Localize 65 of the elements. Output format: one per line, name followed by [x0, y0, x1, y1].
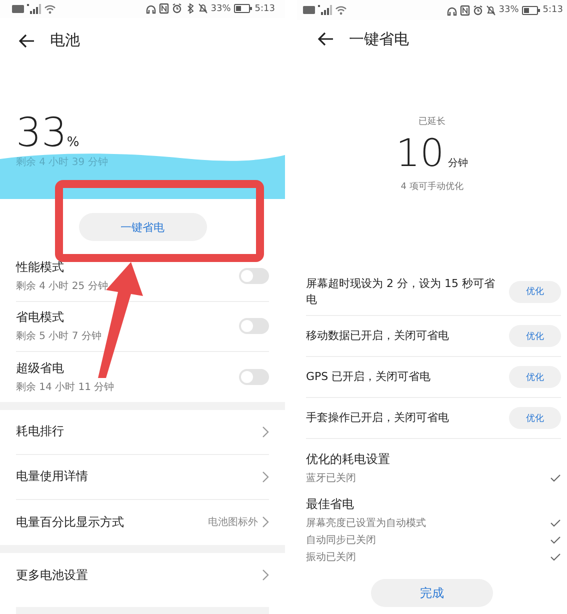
back-button[interactable] [16, 32, 36, 50]
headset-icon [146, 3, 156, 14]
setting-text: 蓝牙已关闭 [306, 472, 356, 484]
optimize-button[interactable]: 优化 [509, 366, 561, 388]
toggle-switch[interactable] [239, 368, 269, 385]
one-tap-save-button[interactable]: 一键省电 [78, 213, 206, 242]
section-title: 优化的耗电设置 [306, 451, 391, 468]
menu-value: 电池图标外 [208, 516, 258, 530]
mode-remaining: 剩余 4 小时 25 分钟 [16, 280, 108, 294]
menu-item[interactable]: 耗电排行 [16, 410, 269, 455]
wifi-icon [44, 4, 56, 14]
mute-bell-icon [198, 3, 208, 14]
percent-sign: % [66, 135, 80, 150]
suggestion-text: 手套操作已开启，关闭可省电 [306, 410, 450, 426]
extended-label: 已延长 [418, 116, 446, 128]
extended-minutes: 10 [396, 132, 444, 174]
chevron-right-icon [262, 426, 269, 438]
menu-item[interactable]: 电量百分比显示方式 电池图标外 [16, 500, 269, 545]
nfc-icon [158, 3, 169, 14]
mode-name: 超级省电 [16, 360, 65, 377]
signal-icon [27, 4, 41, 14]
chevron-right-icon [262, 516, 269, 528]
section-title: 最佳省电 [306, 496, 355, 513]
battery-icon [234, 4, 252, 14]
battery-level: 33 [16, 113, 67, 154]
menu-item[interactable]: 电量使用详情 [16, 454, 269, 500]
optimize-button[interactable]: 优化 [509, 280, 561, 302]
alarm-icon [172, 3, 182, 14]
mode-remaining: 剩余 5 小时 7 分钟 [16, 330, 102, 344]
manual-count: 4 项可手动优化 [400, 180, 464, 193]
optimize-button[interactable]: 优化 [509, 325, 561, 347]
minutes-unit: 分钟 [448, 156, 468, 170]
back-button[interactable] [315, 30, 335, 48]
done-button[interactable]: 完成 [371, 579, 493, 607]
screen-title: 电池 [50, 31, 80, 50]
headset-icon [446, 4, 457, 16]
suggestion-text: GPS 已开启，关闭可省电 [306, 369, 432, 385]
suggestion-text: 移动数据已开启，关闭可省电 [306, 328, 450, 344]
battery-icon [522, 6, 540, 14]
screen-title: 一键省电 [349, 30, 409, 48]
nfc-icon [460, 4, 470, 16]
wifi-icon [335, 5, 347, 15]
mode-name: 省电模式 [16, 309, 65, 326]
mode-name: 性能模式 [16, 259, 65, 276]
menu-item[interactable]: 更多电池设置 [16, 552, 269, 598]
mode-remaining: 剩余 14 小时 11 分钟 [16, 380, 114, 394]
battery-percent: 33% [498, 5, 519, 15]
toggle-switch[interactable] [239, 318, 269, 334]
back-arrow-icon [18, 34, 34, 48]
setting-text: 振动已关闭 [306, 550, 356, 564]
battery-percent: 33% [210, 4, 231, 14]
chevron-right-icon [262, 569, 269, 582]
clock-time: 5:13 [254, 4, 275, 14]
clock-time: 5:13 [542, 5, 563, 15]
setting-text: 屏幕亮度已设置为自动模式 [306, 516, 426, 530]
signal-icon [318, 5, 332, 15]
alarm-icon [472, 4, 483, 16]
optimize-button[interactable]: 优化 [509, 407, 561, 429]
suggestion-text: 屏幕超时现设为 2 分，设为 15 秒可省电 [306, 276, 496, 308]
chevron-right-icon [262, 470, 269, 483]
setting-text: 自动同步已关闭 [306, 534, 376, 546]
bluetooth-icon [184, 3, 195, 14]
toggle-switch[interactable] [239, 268, 269, 284]
back-arrow-icon [317, 32, 333, 46]
mute-bell-icon [486, 4, 496, 16]
